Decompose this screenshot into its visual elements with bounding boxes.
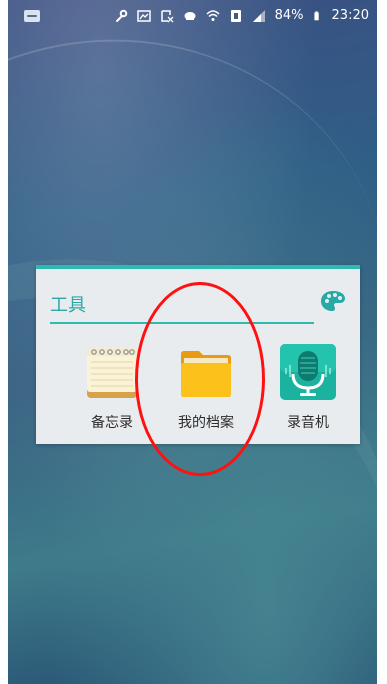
- sim-icon: [230, 9, 241, 22]
- screenshot-icon: [160, 9, 174, 22]
- app-recorder[interactable]: 录音机: [272, 344, 344, 432]
- home-screen: 84% 23:20 工具 备忘录 我的档案 录音机: [8, 0, 377, 684]
- cloud-icon: [184, 11, 196, 20]
- wifi-icon: [206, 9, 220, 21]
- wrench-icon: [115, 9, 127, 22]
- highlight-annotation: [135, 282, 265, 476]
- widget-title: 工具: [50, 295, 86, 316]
- status-bar: 84% 23:20: [8, 0, 377, 34]
- microphone-icon: [280, 344, 336, 400]
- battery-percent: 84%: [274, 8, 304, 23]
- signal-icon: [252, 9, 265, 22]
- message-icon: [24, 10, 40, 22]
- palette-icon[interactable]: [320, 290, 346, 312]
- gallery-icon: [136, 9, 151, 22]
- battery-icon: [313, 10, 319, 20]
- notepad-icon: [87, 348, 137, 398]
- app-memo-label: 备忘录: [91, 415, 133, 431]
- clock: 23:20: [331, 8, 369, 23]
- app-recorder-label: 录音机: [287, 415, 329, 431]
